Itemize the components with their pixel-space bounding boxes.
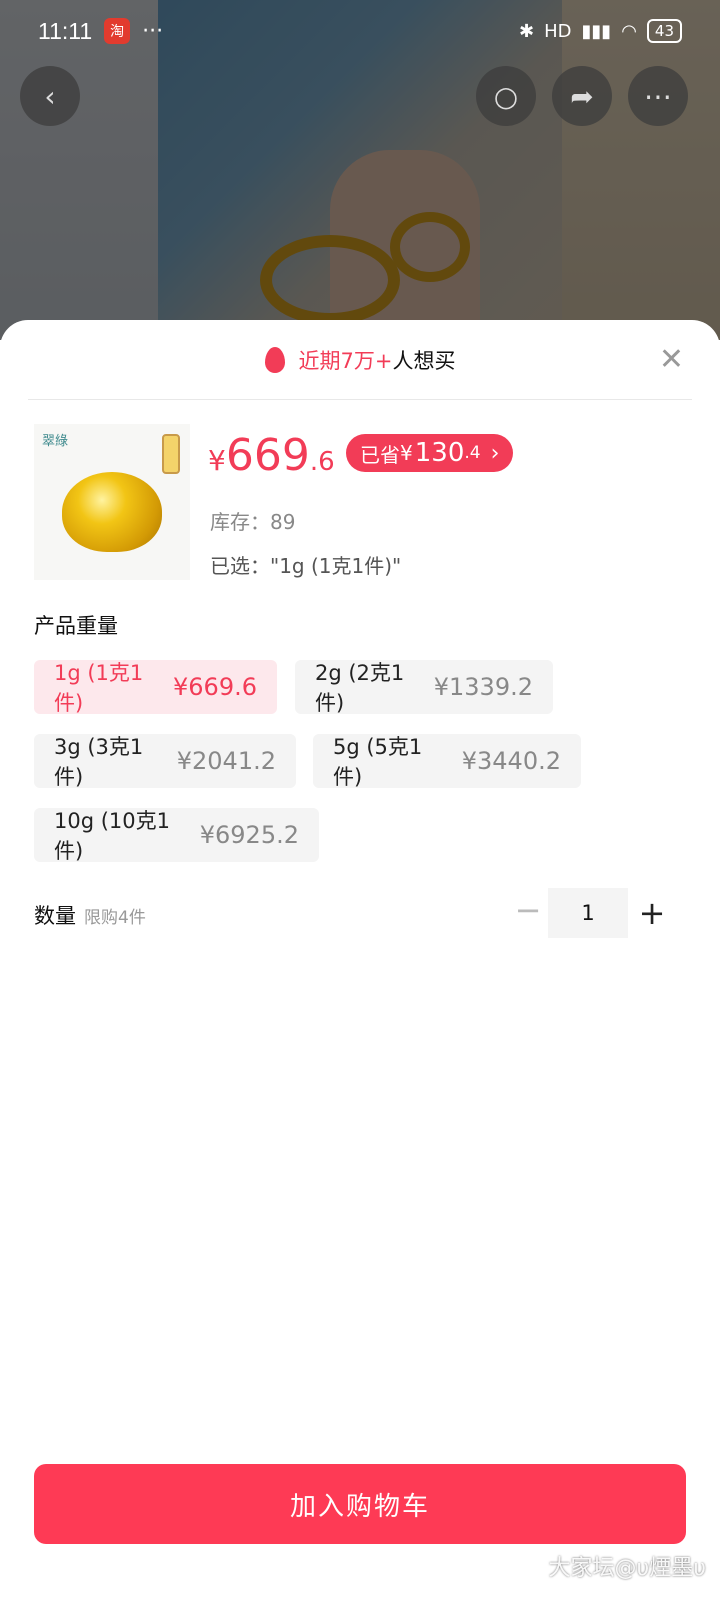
quantity-decrease-button[interactable]: − — [506, 888, 550, 932]
wifi-icon: ◠ — [621, 20, 637, 42]
chevron-left-icon: ‹ — [44, 79, 56, 113]
status-time: 11:11 — [38, 17, 93, 44]
watermark-text: 大家坛@υ煙墨υ — [548, 1556, 706, 1581]
weight-option-3g[interactable]: 3g (3克1件) ¥2041.2 — [34, 734, 296, 789]
stock-info: 库存：89 — [210, 510, 296, 534]
bluetooth-icon: ✱ — [518, 20, 535, 42]
more-notifications-icon: ··· — [142, 18, 164, 44]
more-icon: ⋯ — [644, 79, 672, 113]
brand-mark: 翠綠 — [42, 434, 69, 449]
more-button[interactable]: ⋯ — [628, 66, 688, 126]
search-button[interactable]: ○ — [476, 66, 536, 126]
weight-section-title: 产品重量 — [34, 614, 118, 638]
signal-icon: HD — [544, 20, 572, 42]
weight-option-2g[interactable]: 2g (2克1件) ¥1339.2 — [295, 660, 553, 715]
gold-bean-image — [62, 472, 162, 552]
product-price: ¥ 669 .6 — [208, 430, 335, 481]
signal-icon-2: ▮▮▮ — [581, 20, 612, 42]
bottle-image — [162, 434, 180, 474]
battery-indicator: 43 — [646, 19, 682, 43]
search-icon: ○ — [493, 79, 519, 113]
savings-badge[interactable]: 已省 ¥ 130 .4 › — [346, 434, 514, 472]
status-bar: 11:11 淘 ··· ✱ HD ▮▮▮ ◠ 43 — [0, 0, 720, 62]
quantity-label: 数量 限购4件 — [34, 904, 146, 928]
selected-info: 已选："1g (1克1件)" — [210, 554, 402, 578]
quantity-increase-button[interactable]: + — [630, 888, 674, 938]
sheet-header: 近期7万+ 人想买 ✕ — [28, 320, 692, 400]
add-to-cart-button[interactable]: 加入购物车 — [34, 1464, 686, 1544]
taobao-app-icon: 淘 — [104, 18, 131, 44]
close-icon[interactable]: ✕ — [659, 342, 684, 377]
quantity-input[interactable]: 1 — [548, 888, 628, 938]
purchase-limit: 限购4件 — [84, 908, 146, 928]
weight-option-5g[interactable]: 5g (5克1件) ¥3440.2 — [313, 734, 581, 789]
chevron-right-icon: › — [490, 440, 500, 466]
share-button[interactable]: ➦ — [552, 66, 612, 126]
share-icon: ➦ — [570, 79, 594, 113]
weight-option-10g[interactable]: 10g (10克1件) ¥6925.2 — [34, 808, 319, 863]
product-thumbnail[interactable]: 翠綠 — [34, 424, 190, 580]
flame-icon — [264, 346, 285, 373]
hot-count-text: 近期7万+ — [298, 348, 393, 373]
sku-selector-sheet: 近期7万+ 人想买 ✕ 翠綠 ¥ 669 .6 已省 ¥ 130 .4 › 库存… — [0, 320, 720, 1600]
weight-option-1g[interactable]: 1g (1克1件) ¥669.6 — [34, 660, 277, 715]
back-button[interactable]: ‹ — [20, 66, 80, 126]
hot-suffix-text: 人想买 — [392, 348, 456, 373]
